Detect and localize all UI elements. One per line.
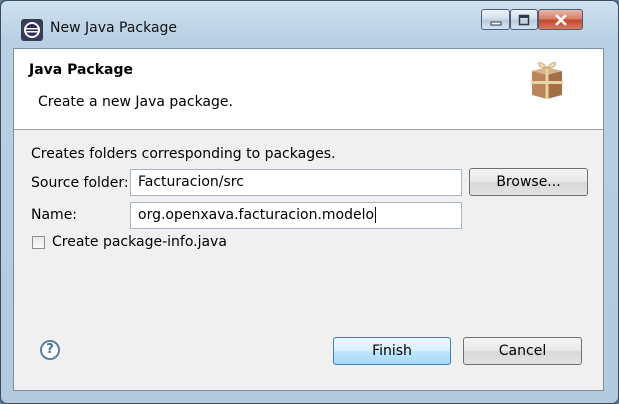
browse-button[interactable]: Browse...: [469, 168, 588, 196]
window-title: New Java Package: [50, 20, 178, 36]
banner-description: Create a new Java package.: [38, 94, 233, 110]
title-bar[interactable]: New Java Package: [1, 1, 618, 41]
help-icon[interactable]: ?: [40, 340, 60, 360]
cancel-button[interactable]: Cancel: [463, 337, 582, 365]
source-folder-label: Source folder:: [31, 175, 129, 191]
close-button[interactable]: [538, 9, 583, 30]
eclipse-icon: [21, 19, 43, 41]
intro-text: Creates folders corresponding to package…: [31, 146, 336, 162]
name-label: Name:: [31, 207, 78, 223]
package-info-checkbox[interactable]: [32, 236, 45, 249]
dialog-body: Java Package Create a new Java package. …: [13, 48, 604, 391]
package-icon: [531, 62, 563, 99]
header-banner: Java Package Create a new Java package.: [14, 49, 603, 130]
maximize-button[interactable]: [510, 9, 538, 30]
close-icon: [554, 14, 567, 26]
dialog-window: New Java Package Java Package Create a n…: [0, 0, 619, 404]
name-input-value: org.openxava.facturacion.modelo: [138, 207, 375, 223]
finish-button[interactable]: Finish: [333, 337, 451, 365]
minimize-button[interactable]: [481, 9, 510, 30]
source-folder-input[interactable]: Facturacion/src: [130, 169, 462, 196]
banner-title: Java Package: [29, 62, 134, 78]
maximize-icon: [518, 14, 530, 26]
text-caret: [375, 207, 377, 223]
minimize-icon: [490, 21, 501, 26]
name-input[interactable]: org.openxava.facturacion.modelo: [130, 202, 462, 229]
package-info-label[interactable]: Create package-info.java: [52, 234, 227, 250]
